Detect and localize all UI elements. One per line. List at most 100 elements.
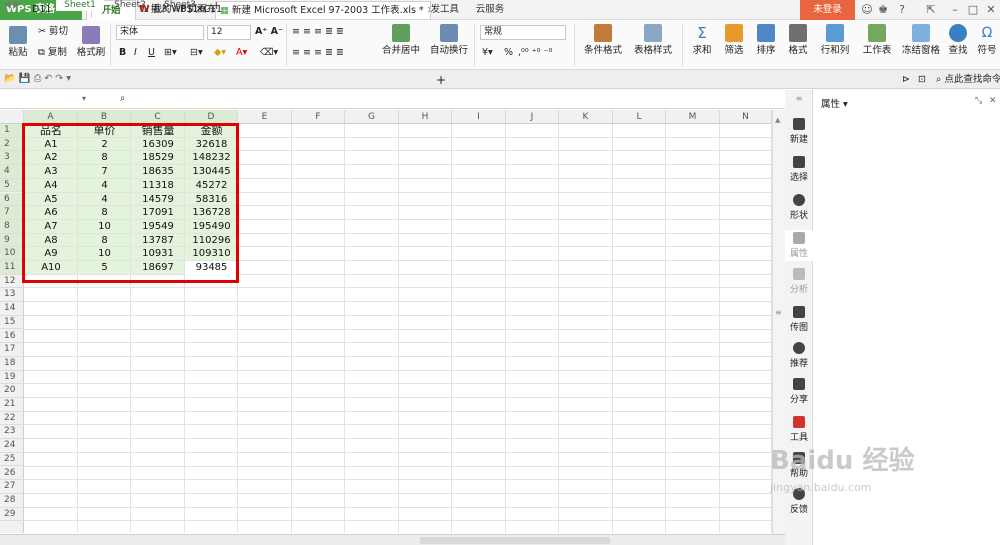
tab-current-file[interactable]: ▦ 新建 Microsoft Excel 97-2003 工作表.xls * ✕ bbox=[215, 1, 431, 19]
column-header-c[interactable]: C bbox=[131, 110, 185, 124]
row-header-5[interactable]: 5 bbox=[0, 178, 24, 193]
sheet-tab-1[interactable]: Sheet1 bbox=[56, 0, 104, 11]
underline-button[interactable]: U bbox=[148, 46, 155, 60]
filter-button[interactable]: 筛选 bbox=[720, 24, 748, 56]
clear-format-icon[interactable]: ⌫▾ bbox=[260, 46, 278, 60]
row-header-25[interactable]: 25 bbox=[0, 453, 24, 467]
row-header-27[interactable]: 27 bbox=[0, 480, 24, 494]
fill-color-icon[interactable]: ◆▾ bbox=[214, 46, 226, 60]
wrap-text-button[interactable]: 自动换行 bbox=[428, 24, 470, 56]
row-header-18[interactable]: 18 bbox=[0, 357, 24, 371]
number-format-select[interactable]: 常规 bbox=[480, 25, 566, 40]
column-header-d[interactable]: D bbox=[185, 110, 238, 124]
row-header-8[interactable]: 8 bbox=[0, 219, 24, 234]
row-header-17[interactable]: 17 bbox=[0, 343, 24, 357]
shirt-icon[interactable]: ♚ bbox=[876, 3, 890, 17]
zoom-panel-icon[interactable]: ⊡ bbox=[918, 73, 926, 87]
side-select-button[interactable]: 选择 bbox=[785, 156, 813, 183]
new-tab-icon[interactable]: + bbox=[436, 73, 446, 87]
row-header-26[interactable]: 26 bbox=[0, 467, 24, 481]
column-header-n[interactable]: N bbox=[720, 110, 772, 124]
symbol-button[interactable]: Ω 符号 bbox=[974, 24, 1000, 56]
format-button[interactable]: 格式 bbox=[784, 24, 812, 56]
row-header-19[interactable]: 19 bbox=[0, 371, 24, 385]
horizontal-scrollbar[interactable] bbox=[420, 537, 610, 544]
format-painter-button[interactable]: 格式刷 bbox=[76, 26, 106, 58]
column-header-m[interactable]: M bbox=[666, 110, 720, 124]
percent-button[interactable]: % bbox=[504, 46, 513, 60]
toggle-panel-icon[interactable]: ⊳ bbox=[902, 73, 910, 87]
column-header-i[interactable]: I bbox=[452, 110, 506, 124]
freeze-button[interactable]: 冻结窗格 bbox=[900, 24, 942, 56]
close-icon[interactable]: ✕ bbox=[984, 3, 998, 17]
column-header-h[interactable]: H bbox=[399, 110, 452, 124]
sort-button[interactable]: 排序 bbox=[752, 24, 780, 56]
column-header-b[interactable]: B bbox=[78, 110, 131, 124]
chevron-down-icon[interactable]: ▾ bbox=[82, 92, 86, 106]
close-panel-icon[interactable]: ✕ bbox=[989, 96, 997, 106]
skin-icon[interactable]: ☺ bbox=[860, 3, 874, 17]
align-top-icon[interactable]: ≡ ≡ ≡ ≣ ≣ bbox=[292, 25, 344, 39]
minimize-icon[interactable]: – bbox=[948, 3, 962, 17]
row-header-22[interactable]: 22 bbox=[0, 412, 24, 426]
column-header-j[interactable]: J bbox=[506, 110, 559, 124]
merge-cell-icon[interactable]: ⊟▾ bbox=[190, 46, 203, 60]
side-upload-button[interactable]: 传图 bbox=[785, 306, 813, 333]
row-header-23[interactable]: 23 bbox=[0, 425, 24, 440]
row-header-4[interactable]: 4 bbox=[0, 165, 24, 179]
cut-button[interactable]: ✂ 剪切 bbox=[38, 25, 68, 39]
side-analysis-button[interactable]: 分析 bbox=[785, 268, 813, 295]
sheet-tab-2[interactable]: Sheet2 bbox=[108, 0, 152, 11]
worksheet-button[interactable]: 工作表 bbox=[858, 24, 896, 56]
row-header-7[interactable]: 7 bbox=[0, 206, 24, 220]
login-button[interactable]: 未登录 bbox=[800, 0, 855, 20]
side-recommend-button[interactable]: 推荐 bbox=[785, 342, 813, 369]
pin-icon[interactable]: ⤡ bbox=[975, 96, 982, 106]
font-color-icon[interactable]: A▾ bbox=[236, 46, 247, 60]
font-name-select[interactable]: 宋体 bbox=[116, 25, 204, 40]
column-header-l[interactable]: L bbox=[613, 110, 666, 124]
column-header-g[interactable]: G bbox=[345, 110, 399, 124]
row-col-button[interactable]: 行和列 bbox=[816, 24, 854, 56]
row-header-11[interactable]: 11 bbox=[0, 261, 24, 275]
side-property-button[interactable]: 属性 bbox=[785, 230, 813, 261]
side-shape-button[interactable]: 形状 bbox=[785, 194, 813, 221]
border-icon[interactable]: ⊞▾ bbox=[164, 46, 177, 60]
italic-button[interactable]: I bbox=[134, 46, 137, 60]
copy-button[interactable]: ⧉ 复制 bbox=[38, 46, 67, 60]
increase-font-icon[interactable]: A⁺ A⁻ bbox=[255, 25, 283, 39]
conditional-format-button[interactable]: 条件格式 bbox=[580, 24, 626, 56]
row-header-29[interactable]: 29 bbox=[0, 508, 24, 522]
row-header-15[interactable]: 15 bbox=[0, 316, 24, 330]
column-header-a[interactable]: A bbox=[24, 110, 78, 124]
row-header-1[interactable]: 1 bbox=[0, 124, 24, 138]
column-header-k[interactable]: K bbox=[559, 110, 613, 124]
thousands-icon[interactable]: ,⁰⁰ ⁺⁰ ⁻⁰ bbox=[518, 46, 552, 60]
column-header-e[interactable]: E bbox=[238, 110, 292, 124]
split-handle-icon[interactable]: ≡ bbox=[775, 308, 782, 317]
row-header-14[interactable]: 14 bbox=[0, 302, 24, 316]
align-left-icon[interactable]: ≡ ≡ ≡ ≣ ≣ bbox=[292, 46, 344, 60]
side-new-button[interactable]: 新建 bbox=[785, 118, 813, 145]
row-header-3[interactable]: 3 bbox=[0, 151, 24, 166]
maximize-icon[interactable]: □ bbox=[966, 3, 980, 17]
add-sheet-icon[interactable]: + bbox=[212, 0, 221, 11]
sum-button[interactable]: Σ 求和 bbox=[688, 24, 716, 56]
row-header-12[interactable]: 12 bbox=[0, 275, 24, 289]
row-header-9[interactable]: 9 bbox=[0, 233, 24, 248]
quick-access-icons[interactable]: 📂 💾 ⎙ ↶ ↷ ▾ bbox=[4, 72, 71, 86]
currency-icon[interactable]: ¥▾ bbox=[482, 46, 493, 60]
zoom-magnifier-icon[interactable]: ⌕ bbox=[120, 92, 125, 106]
row-header-2[interactable]: 2 bbox=[0, 137, 24, 152]
row-header-28[interactable]: 28 bbox=[0, 494, 24, 508]
tab-cloud[interactable]: 云服务 bbox=[468, 0, 512, 20]
table-style-button[interactable]: 表格样式 bbox=[630, 24, 676, 56]
find-button[interactable]: 查找 bbox=[944, 24, 972, 56]
font-size-select[interactable]: 12 bbox=[207, 25, 251, 40]
row-header-6[interactable]: 6 bbox=[0, 192, 24, 207]
scroll-up-icon[interactable]: ▲ bbox=[775, 116, 780, 124]
row-header-10[interactable]: 10 bbox=[0, 247, 24, 261]
restore-window-icon[interactable]: ⇱ bbox=[924, 3, 938, 17]
bold-button[interactable]: B bbox=[119, 46, 126, 60]
merge-center-button[interactable]: 合并居中 bbox=[376, 24, 426, 56]
